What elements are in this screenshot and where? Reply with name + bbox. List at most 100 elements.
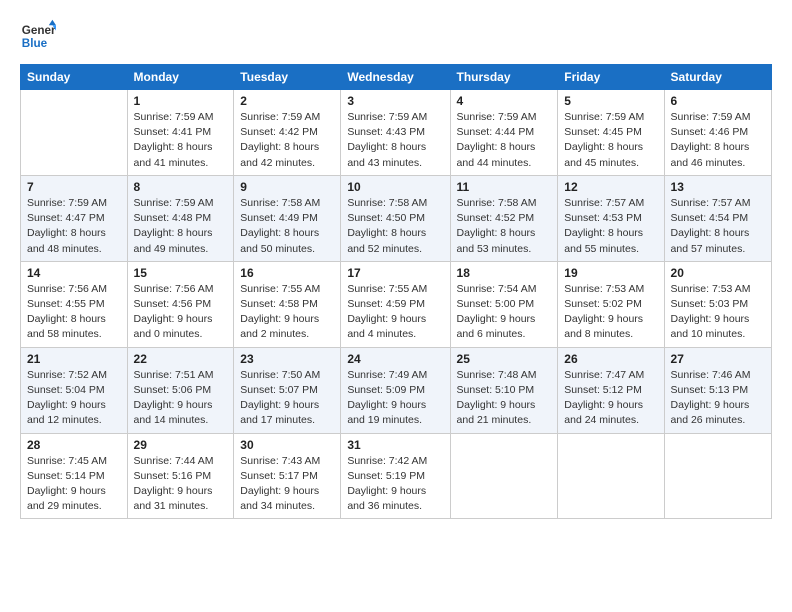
day-info: Sunrise: 7:59 AM Sunset: 4:45 PM Dayligh… bbox=[564, 110, 657, 171]
day-number: 22 bbox=[134, 352, 228, 366]
calendar-cell: 6 Sunrise: 7:59 AM Sunset: 4:46 PM Daylig… bbox=[664, 90, 771, 176]
weekday-header-cell: Sunday bbox=[21, 65, 128, 90]
day-info: Sunrise: 7:56 AM Sunset: 4:55 PM Dayligh… bbox=[27, 282, 121, 343]
calendar-cell: 22 Sunrise: 7:51 AM Sunset: 5:06 PM Dayli… bbox=[127, 347, 234, 433]
day-number: 9 bbox=[240, 180, 334, 194]
day-number: 20 bbox=[671, 266, 765, 280]
day-number: 16 bbox=[240, 266, 334, 280]
day-info: Sunrise: 7:48 AM Sunset: 5:10 PM Dayligh… bbox=[457, 368, 552, 429]
day-info: Sunrise: 7:58 AM Sunset: 4:52 PM Dayligh… bbox=[457, 196, 552, 257]
day-info: Sunrise: 7:44 AM Sunset: 5:16 PM Dayligh… bbox=[134, 454, 228, 515]
calendar-cell bbox=[664, 433, 771, 519]
day-info: Sunrise: 7:43 AM Sunset: 5:17 PM Dayligh… bbox=[240, 454, 334, 515]
calendar-cell: 8Sunrise: 7:59 AM Sunset: 4:48 PM Daylig… bbox=[127, 175, 234, 261]
day-number: 25 bbox=[457, 352, 552, 366]
calendar-cell: 23 Sunrise: 7:50 AM Sunset: 5:07 PM Dayli… bbox=[234, 347, 341, 433]
calendar-cell: 19 Sunrise: 7:53 AM Sunset: 5:02 PM Dayli… bbox=[558, 261, 664, 347]
day-number: 30 bbox=[240, 438, 334, 452]
day-info: Sunrise: 7:59 AM Sunset: 4:48 PM Dayligh… bbox=[134, 196, 228, 257]
day-info: Sunrise: 7:55 AM Sunset: 4:59 PM Dayligh… bbox=[347, 282, 443, 343]
day-number: 7 bbox=[27, 180, 121, 194]
calendar-cell: 24Sunrise: 7:49 AM Sunset: 5:09 PM Dayli… bbox=[341, 347, 450, 433]
day-number: 3 bbox=[347, 94, 443, 108]
calendar-page: General Blue SundayMondayTuesdayWednesda… bbox=[0, 0, 792, 612]
day-number: 14 bbox=[27, 266, 121, 280]
calendar-cell: 11 Sunrise: 7:58 AM Sunset: 4:52 PM Dayli… bbox=[450, 175, 558, 261]
day-number: 26 bbox=[564, 352, 657, 366]
day-number: 1 bbox=[134, 94, 228, 108]
day-info: Sunrise: 7:57 AM Sunset: 4:54 PM Dayligh… bbox=[671, 196, 765, 257]
day-number: 28 bbox=[27, 438, 121, 452]
calendar-table: SundayMondayTuesdayWednesdayThursdayFrid… bbox=[20, 64, 772, 519]
day-number: 5 bbox=[564, 94, 657, 108]
day-info: Sunrise: 7:59 AM Sunset: 4:46 PM Dayligh… bbox=[671, 110, 765, 171]
calendar-body: 1 Sunrise: 7:59 AM Sunset: 4:41 PM Daylig… bbox=[21, 90, 772, 519]
calendar-week-row: 28Sunrise: 7:45 AM Sunset: 5:14 PM Dayli… bbox=[21, 433, 772, 519]
calendar-week-row: 21 Sunrise: 7:52 AM Sunset: 5:04 PM Dayli… bbox=[21, 347, 772, 433]
weekday-header-row: SundayMondayTuesdayWednesdayThursdayFrid… bbox=[21, 65, 772, 90]
calendar-cell: 5 Sunrise: 7:59 AM Sunset: 4:45 PM Daylig… bbox=[558, 90, 664, 176]
day-number: 10 bbox=[347, 180, 443, 194]
day-number: 11 bbox=[457, 180, 552, 194]
day-number: 6 bbox=[671, 94, 765, 108]
calendar-cell: 20 Sunrise: 7:53 AM Sunset: 5:03 PM Dayli… bbox=[664, 261, 771, 347]
day-info: Sunrise: 7:56 AM Sunset: 4:56 PM Dayligh… bbox=[134, 282, 228, 343]
day-info: Sunrise: 7:51 AM Sunset: 5:06 PM Dayligh… bbox=[134, 368, 228, 429]
calendar-cell: 12Sunrise: 7:57 AM Sunset: 4:53 PM Dayli… bbox=[558, 175, 664, 261]
day-info: Sunrise: 7:59 AM Sunset: 4:47 PM Dayligh… bbox=[27, 196, 121, 257]
day-number: 31 bbox=[347, 438, 443, 452]
day-info: Sunrise: 7:58 AM Sunset: 4:49 PM Dayligh… bbox=[240, 196, 334, 257]
day-info: Sunrise: 7:46 AM Sunset: 5:13 PM Dayligh… bbox=[671, 368, 765, 429]
calendar-cell: 7 Sunrise: 7:59 AM Sunset: 4:47 PM Daylig… bbox=[21, 175, 128, 261]
calendar-cell: 25 Sunrise: 7:48 AM Sunset: 5:10 PM Dayli… bbox=[450, 347, 558, 433]
calendar-cell: 16 Sunrise: 7:55 AM Sunset: 4:58 PM Dayli… bbox=[234, 261, 341, 347]
calendar-cell: 4Sunrise: 7:59 AM Sunset: 4:44 PM Daylig… bbox=[450, 90, 558, 176]
calendar-cell: 2 Sunrise: 7:59 AM Sunset: 4:42 PM Daylig… bbox=[234, 90, 341, 176]
weekday-header-cell: Thursday bbox=[450, 65, 558, 90]
calendar-cell bbox=[558, 433, 664, 519]
day-number: 19 bbox=[564, 266, 657, 280]
calendar-cell: 15 Sunrise: 7:56 AM Sunset: 4:56 PM Dayli… bbox=[127, 261, 234, 347]
calendar-cell: 13Sunrise: 7:57 AM Sunset: 4:54 PM Dayli… bbox=[664, 175, 771, 261]
day-info: Sunrise: 7:52 AM Sunset: 5:04 PM Dayligh… bbox=[27, 368, 121, 429]
day-number: 2 bbox=[240, 94, 334, 108]
day-number: 12 bbox=[564, 180, 657, 194]
logo: General Blue bbox=[20, 18, 56, 54]
calendar-cell: 3 Sunrise: 7:59 AM Sunset: 4:43 PM Daylig… bbox=[341, 90, 450, 176]
calendar-week-row: 7 Sunrise: 7:59 AM Sunset: 4:47 PM Daylig… bbox=[21, 175, 772, 261]
day-number: 21 bbox=[27, 352, 121, 366]
weekday-header-cell: Tuesday bbox=[234, 65, 341, 90]
weekday-header-cell: Monday bbox=[127, 65, 234, 90]
calendar-week-row: 14 Sunrise: 7:56 AM Sunset: 4:55 PM Dayli… bbox=[21, 261, 772, 347]
day-info: Sunrise: 7:58 AM Sunset: 4:50 PM Dayligh… bbox=[347, 196, 443, 257]
calendar-cell: 18Sunrise: 7:54 AM Sunset: 5:00 PM Dayli… bbox=[450, 261, 558, 347]
calendar-cell: 27 Sunrise: 7:46 AM Sunset: 5:13 PM Dayli… bbox=[664, 347, 771, 433]
day-info: Sunrise: 7:53 AM Sunset: 5:02 PM Dayligh… bbox=[564, 282, 657, 343]
day-number: 24 bbox=[347, 352, 443, 366]
day-number: 4 bbox=[457, 94, 552, 108]
day-number: 23 bbox=[240, 352, 334, 366]
calendar-cell: 10 Sunrise: 7:58 AM Sunset: 4:50 PM Dayli… bbox=[341, 175, 450, 261]
day-number: 17 bbox=[347, 266, 443, 280]
day-info: Sunrise: 7:59 AM Sunset: 4:42 PM Dayligh… bbox=[240, 110, 334, 171]
calendar-cell: 17 Sunrise: 7:55 AM Sunset: 4:59 PM Dayli… bbox=[341, 261, 450, 347]
day-number: 18 bbox=[457, 266, 552, 280]
calendar-cell: 21 Sunrise: 7:52 AM Sunset: 5:04 PM Dayli… bbox=[21, 347, 128, 433]
day-info: Sunrise: 7:53 AM Sunset: 5:03 PM Dayligh… bbox=[671, 282, 765, 343]
day-info: Sunrise: 7:59 AM Sunset: 4:41 PM Dayligh… bbox=[134, 110, 228, 171]
calendar-cell: 31Sunrise: 7:42 AM Sunset: 5:19 PM Dayli… bbox=[341, 433, 450, 519]
weekday-header-cell: Saturday bbox=[664, 65, 771, 90]
day-number: 29 bbox=[134, 438, 228, 452]
day-info: Sunrise: 7:50 AM Sunset: 5:07 PM Dayligh… bbox=[240, 368, 334, 429]
day-info: Sunrise: 7:55 AM Sunset: 4:58 PM Dayligh… bbox=[240, 282, 334, 343]
calendar-cell: 9 Sunrise: 7:58 AM Sunset: 4:49 PM Daylig… bbox=[234, 175, 341, 261]
logo-icon: General Blue bbox=[20, 18, 56, 54]
calendar-cell bbox=[450, 433, 558, 519]
day-number: 15 bbox=[134, 266, 228, 280]
weekday-header-cell: Friday bbox=[558, 65, 664, 90]
day-number: 27 bbox=[671, 352, 765, 366]
day-info: Sunrise: 7:59 AM Sunset: 4:43 PM Dayligh… bbox=[347, 110, 443, 171]
calendar-cell: 28Sunrise: 7:45 AM Sunset: 5:14 PM Dayli… bbox=[21, 433, 128, 519]
calendar-cell: 14 Sunrise: 7:56 AM Sunset: 4:55 PM Dayli… bbox=[21, 261, 128, 347]
calendar-cell: 29 Sunrise: 7:44 AM Sunset: 5:16 PM Dayli… bbox=[127, 433, 234, 519]
